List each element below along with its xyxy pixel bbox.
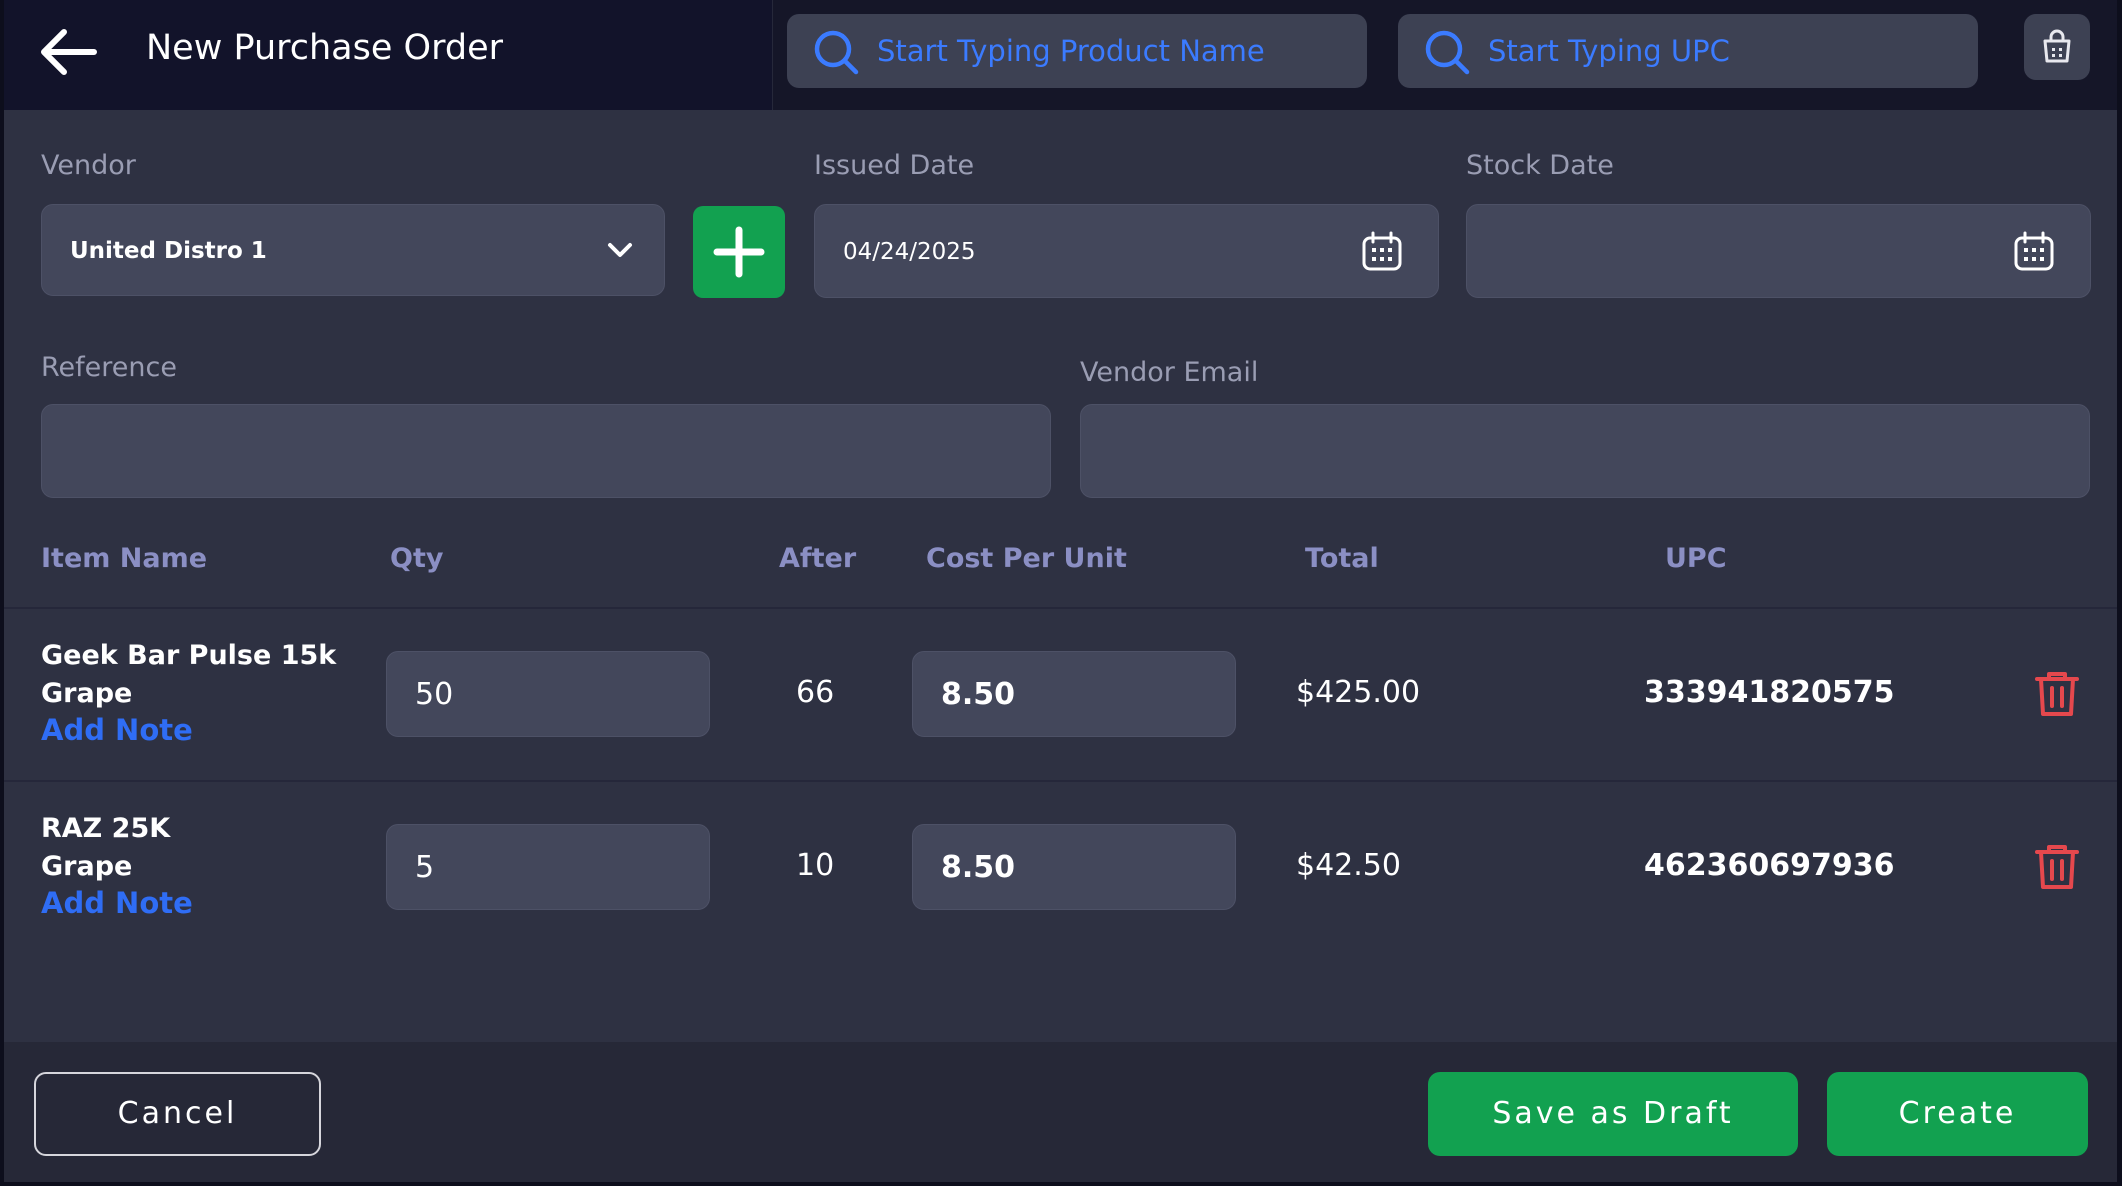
column-header-after: After [779, 543, 857, 574]
qty-input[interactable]: 50 [386, 651, 710, 737]
add-note-link[interactable]: Add Note [41, 886, 193, 920]
item-variant-line: Grape [41, 678, 133, 709]
line-total: $42.50 [1296, 848, 1401, 883]
line-total: $425.00 [1296, 675, 1421, 710]
calendar-icon[interactable] [2012, 229, 2056, 273]
trash-icon[interactable] [2034, 843, 2080, 891]
upc-value: 333941820575 [1644, 675, 1895, 710]
purchase-order-screen: New Purchase Order Start Typing Product … [4, 0, 2117, 1182]
vendor-value: United Distro 1 [70, 238, 267, 264]
column-header-item-name: Item Name [41, 543, 208, 574]
cost-per-unit-value: 8.50 [941, 677, 1016, 712]
row-divider [4, 780, 2117, 782]
upc-search-input[interactable] [1488, 14, 1958, 88]
vendor-select[interactable]: United Distro 1 [41, 204, 665, 296]
vendor-label: Vendor [41, 150, 136, 181]
row-divider [4, 607, 2117, 609]
item-name-line: Geek Bar Pulse 15k [41, 640, 337, 671]
cost-per-unit-input[interactable]: 8.50 [912, 824, 1236, 910]
cost-per-unit-input[interactable]: 8.50 [912, 651, 1236, 737]
search-icon [814, 30, 859, 75]
calendar-icon[interactable] [1360, 229, 1404, 273]
qty-value: 50 [415, 677, 454, 712]
qty-value: 5 [415, 850, 435, 885]
after-qty: 10 [796, 848, 835, 883]
upc-value: 462360697936 [1644, 848, 1895, 883]
product-search-input[interactable] [877, 14, 1347, 88]
vendor-email-label: Vendor Email [1080, 357, 1259, 388]
cart-icon [2043, 29, 2071, 63]
issued-date-value: 04/24/2025 [843, 239, 976, 265]
column-header-qty: Qty [390, 543, 444, 574]
action-bar: Cancel Save as Draft Create [4, 1042, 2117, 1182]
chevron-down-icon [608, 243, 632, 257]
qty-input[interactable]: 5 [386, 824, 710, 910]
page-title: New Purchase Order [146, 28, 503, 68]
cart-button[interactable] [2024, 14, 2090, 80]
add-vendor-button[interactable] [693, 206, 785, 298]
item-name-line: RAZ 25K [41, 813, 171, 844]
after-qty: 66 [796, 675, 835, 710]
item-name: Geek Bar Pulse 15k Grape [41, 637, 341, 713]
cancel-button[interactable]: Cancel [34, 1072, 321, 1156]
issued-date-label: Issued Date [814, 150, 975, 181]
trash-icon[interactable] [2034, 670, 2080, 718]
save-as-draft-button[interactable]: Save as Draft [1428, 1072, 1798, 1156]
vendor-email-input[interactable] [1080, 404, 2090, 498]
cost-per-unit-value: 8.50 [941, 850, 1016, 885]
item-variant-line: Grape [41, 851, 133, 882]
upc-search[interactable] [1398, 14, 1978, 88]
reference-label: Reference [41, 352, 177, 383]
title-area: New Purchase Order [4, 0, 773, 110]
add-note-link[interactable]: Add Note [41, 713, 193, 747]
stock-date-field[interactable] [1466, 204, 2091, 298]
back-arrow-icon [41, 29, 97, 75]
column-header-cost-per-unit: Cost Per Unit [926, 543, 1127, 574]
item-name: RAZ 25K Grape [41, 810, 341, 886]
search-icon [1425, 30, 1470, 75]
create-button[interactable]: Create [1827, 1072, 2088, 1156]
product-search[interactable] [787, 14, 1367, 88]
issued-date-field[interactable]: 04/24/2025 [814, 204, 1439, 298]
stock-date-label: Stock Date [1466, 150, 1614, 181]
reference-input[interactable] [41, 404, 1051, 498]
back-button[interactable] [38, 26, 98, 78]
column-header-total: Total [1305, 543, 1379, 574]
column-header-upc: UPC [1665, 543, 1727, 574]
plus-icon [713, 226, 765, 278]
top-bar: New Purchase Order [4, 0, 2117, 110]
